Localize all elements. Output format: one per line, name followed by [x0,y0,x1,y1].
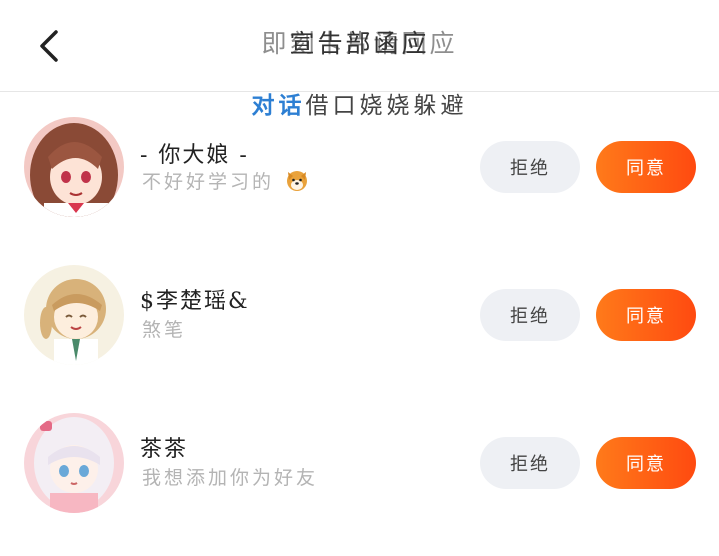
avatar[interactable] [24,413,124,513]
requester-name: 茶茶 [140,437,189,462]
reject-button[interactable]: 拒绝 [480,289,580,341]
friend-request-row: 茶茶 我想添加你为好友 拒绝 同意 [0,388,719,536]
reject-button[interactable]: 拒绝 [480,437,580,489]
page-title-overlay: 即刻卡片请回应 [261,29,458,58]
friend-request-row: - 你大娘 - 不好好学习的 拒绝 同意 [0,92,719,240]
request-message: 煞笔 [142,319,187,341]
request-message: 我想添加你为好友 [142,467,319,489]
accept-button[interactable]: 同意 [596,289,696,341]
request-message-text: 不好好学习的 [142,171,275,193]
top-bar: 宣告部函应 即刻卡片请回应 [0,0,719,92]
dog-face-icon [287,171,308,191]
friend-request-row: $李楚瑶& 煞笔 拒绝 同意 [0,240,719,388]
request-message: 不好好学习的 [142,167,309,194]
page-title: 宣告部函应 即刻卡片请回应 [0,24,719,60]
accept-button[interactable]: 同意 [596,437,696,489]
reject-button[interactable]: 拒绝 [480,141,580,193]
avatar[interactable] [24,117,124,217]
requester-name: $李楚瑶& [140,289,250,314]
accept-button[interactable]: 同意 [596,141,696,193]
avatar[interactable] [24,265,124,365]
requester-name: - 你大娘 - [140,143,249,168]
